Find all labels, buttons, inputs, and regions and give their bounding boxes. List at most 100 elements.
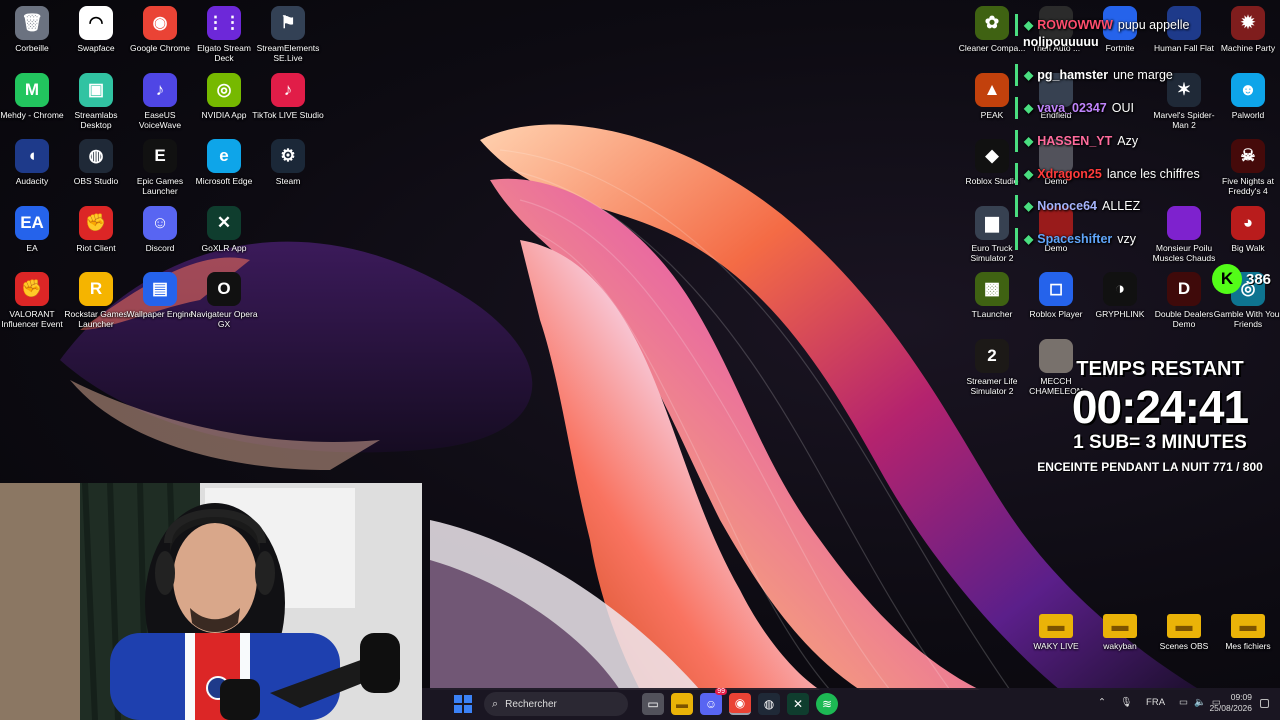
discord-badge: 99 xyxy=(715,688,727,695)
obs-icon: ◍ xyxy=(79,139,113,173)
desktop-icon-audacity[interactable]: ◖ Audacity xyxy=(0,135,64,199)
chevron-up-icon[interactable]: ⌃ xyxy=(1098,697,1106,708)
chat-username: pg_hamster xyxy=(1037,68,1109,82)
desktop-icon-label: Wallpaper Engine xyxy=(126,309,194,319)
task-view-button[interactable]: ▭ xyxy=(642,693,664,715)
desktop-icon-streamelements-se-live[interactable]: ⚑ StreamElements SE.Live xyxy=(256,2,320,66)
search-placeholder: Rechercher xyxy=(505,698,557,710)
desktop-icon-wakyban[interactable]: ▬ wakyban xyxy=(1088,602,1152,666)
kick-logo-icon: K xyxy=(1212,264,1242,294)
desktop-icon-discord[interactable]: ☺ Discord xyxy=(128,202,192,266)
desktop-icon-streamlabs-desktop[interactable]: ▣ Streamlabs Desktop xyxy=(64,69,128,133)
desktop-icon-mes-fichiers[interactable]: ▬ Mes fichiers xyxy=(1216,602,1280,666)
desktop-icon-waky-live[interactable]: ▬ WAKY LIVE xyxy=(1024,602,1088,666)
chat-username: vava_02347 xyxy=(1037,101,1107,115)
desktop-icon-valorant-influencer-event[interactable]: ✊ VALORANT Influencer Event xyxy=(0,268,64,332)
desktop-icon-five-nights-at-freddy-s-4[interactable]: ☠ Five Nights at Freddy's 4 xyxy=(1216,135,1280,199)
desktop-icon-streamer-life-simulator-2[interactable]: 2 Streamer Life Simulator 2 xyxy=(960,335,1024,399)
chat-text: une marge xyxy=(1113,68,1173,82)
desktop-icon-wallpaper-engine[interactable]: ▤ Wallpaper Engine xyxy=(127,268,193,332)
desktop-icon-label: Audacity xyxy=(15,176,49,186)
desktop-icon-label: Marvel's Spider-Man 2 xyxy=(1153,109,1215,130)
edge-icon: e xyxy=(207,139,241,173)
desktop-icon-label: Scenes OBS xyxy=(1159,641,1209,651)
desktop-icon-label: Mes fichiers xyxy=(1225,641,1271,651)
chat-username: Xdragon25 xyxy=(1037,167,1102,181)
clock-date: 25/08/2026 xyxy=(1209,703,1252,713)
chat-message: nolipouuuuu xyxy=(1023,29,1099,55)
clock[interactable]: 09:09 25/08/2026 xyxy=(1204,692,1252,714)
desktop-icon-label: Monsieur Poilu Muscles Chauds xyxy=(1152,242,1216,263)
chat-message: ◆ Xdragon25 lance les chiffres xyxy=(1015,161,1200,187)
chat-accent-bar xyxy=(1015,14,1018,36)
goxlr-taskbar-button[interactable]: ✕ xyxy=(787,693,809,715)
desktop-icon-mehdy-chrome[interactable]: M Mehdy - Chrome xyxy=(0,69,64,133)
obs-taskbar-button[interactable]: ◍ xyxy=(758,693,780,715)
desktop-icon-label: GoXLR App xyxy=(201,242,247,253)
chrome-taskbar-button[interactable]: ◉ xyxy=(729,693,751,715)
start-button[interactable] xyxy=(454,695,472,713)
desktop-icon-steam[interactable]: ⚙ Steam xyxy=(256,135,320,199)
chat-text: OUI xyxy=(1111,101,1134,115)
chat-accent-bar xyxy=(1015,64,1018,86)
roblox-studio-icon: ◆ xyxy=(975,139,1009,173)
chat-badge-icon: ◆ xyxy=(1024,68,1034,82)
chat-accent-bar xyxy=(1015,228,1018,250)
file-explorer-button[interactable]: ▬ xyxy=(671,693,693,715)
microphone-icon[interactable]: 🎙 xyxy=(1120,697,1132,708)
desktop-icon-obs-studio[interactable]: ◍ OBS Studio xyxy=(64,135,128,199)
desktop-icon-swapface[interactable]: ◠ Swapface xyxy=(64,2,128,66)
folder-icon: ▬ xyxy=(1167,614,1201,638)
spotify-taskbar-button[interactable]: ≋ xyxy=(816,693,838,715)
chat-badge-icon: ◆ xyxy=(1024,134,1034,148)
desktop-icon-label: Cleaner Compa... xyxy=(958,43,1026,53)
desktop-icon-elgato-stream-deck[interactable]: ⋮⋮ Elgato Stream Deck xyxy=(192,2,256,66)
chat-accent-bar xyxy=(1015,130,1018,152)
timer-clock: 00:24:41 xyxy=(1071,381,1249,433)
desktop-icon-corbeille[interactable]: 🗑 Corbeille xyxy=(0,2,64,66)
desktop-icon-rockstar-games-launcher[interactable]: R Rockstar Games Launcher xyxy=(64,268,128,332)
chat-text: Azy xyxy=(1117,134,1139,148)
discord-taskbar-button[interactable]: ☺ 99 xyxy=(700,688,727,715)
search-box[interactable]: ⌕ Rechercher xyxy=(484,692,628,716)
opera-gx-icon: O xyxy=(207,272,241,306)
desktop-icon-label: Rockstar Games Launcher xyxy=(64,309,128,329)
network-icon[interactable]: ▭ xyxy=(1179,697,1188,708)
notification-icon[interactable] xyxy=(1260,699,1269,708)
machine-party-icon: ✹ xyxy=(1231,6,1265,40)
kick-count: 386 xyxy=(1246,270,1272,288)
desktop-icon-label: Epic Games Launcher xyxy=(136,176,184,196)
desktop-icon-goxlr-app[interactable]: ✕ GoXLR App xyxy=(192,202,256,266)
chat-badge-icon: ◆ xyxy=(1024,101,1034,115)
desktop-icon-label: Human Fall Flat xyxy=(1154,43,1214,53)
desktop-icon-double-dealers-demo[interactable]: D Double Dealers Demo xyxy=(1152,268,1216,332)
desktop-icon-google-chrome[interactable]: ◉ Google Chrome xyxy=(128,2,192,66)
gryphlink-icon: ◑ xyxy=(1103,272,1137,306)
desktop-icon-microsoft-edge[interactable]: e Microsoft Edge xyxy=(192,135,256,199)
desktop-icon-epic-games-launcher[interactable]: E Epic Games Launcher xyxy=(128,135,192,199)
desktop-icon-easeus-voicewave[interactable]: ♪ EaseUS VoiceWave xyxy=(128,69,192,133)
desktop-icon-palworld[interactable]: ☻ Palworld xyxy=(1216,69,1280,133)
desktop-icon-roblox-player[interactable]: ◻ Roblox Player xyxy=(1024,268,1088,332)
desktop-icon-label: EA xyxy=(26,242,38,253)
desktop-icon-tlauncher[interactable]: ▩ TLauncher xyxy=(960,268,1024,332)
desktop-icon-tiktok-live-studio[interactable]: ♪ TikTok LIVE Studio xyxy=(252,69,324,133)
desktop-icon-big-walk[interactable]: ◕ Big Walk xyxy=(1216,202,1280,266)
desktop-icon-label: NVIDIA App xyxy=(201,109,247,120)
desktop-icon-machine-party[interactable]: ✹ Machine Party xyxy=(1216,2,1280,66)
language-indicator[interactable]: FRA xyxy=(1146,697,1165,708)
desktop-icon-label: TikTok LIVE Studio xyxy=(252,109,324,120)
desktop-icon-label: Gamble With Your Friends xyxy=(1213,309,1280,329)
desktop-icon-label: Double Dealers Demo xyxy=(1154,309,1214,329)
desktop-icon-riot-client[interactable]: ✊ Riot Client xyxy=(64,202,128,266)
chat-text: ALLEZ xyxy=(1101,199,1141,213)
desktop-icon-monsieur-poilu-muscles-chauds[interactable]: Monsieur Poilu Muscles Chauds xyxy=(1152,202,1216,266)
desktop-icon-navigateur-opera-gx[interactable]: O Navigateur Opera GX xyxy=(190,268,258,332)
desktop-icon-scenes-obs[interactable]: ▬ Scenes OBS xyxy=(1152,602,1216,666)
valorant-icon: ✊ xyxy=(15,272,49,306)
folder-icon: ▬ xyxy=(1039,614,1073,638)
desktop-icon-nvidia-app[interactable]: ◎ NVIDIA App xyxy=(192,69,256,133)
desktop-icon-ea[interactable]: EA EA xyxy=(0,202,64,266)
euro-truck-icon: ▆ xyxy=(975,205,1009,240)
desktop-icon-gryphlink[interactable]: ◑ GRYPHLINK xyxy=(1088,268,1152,332)
